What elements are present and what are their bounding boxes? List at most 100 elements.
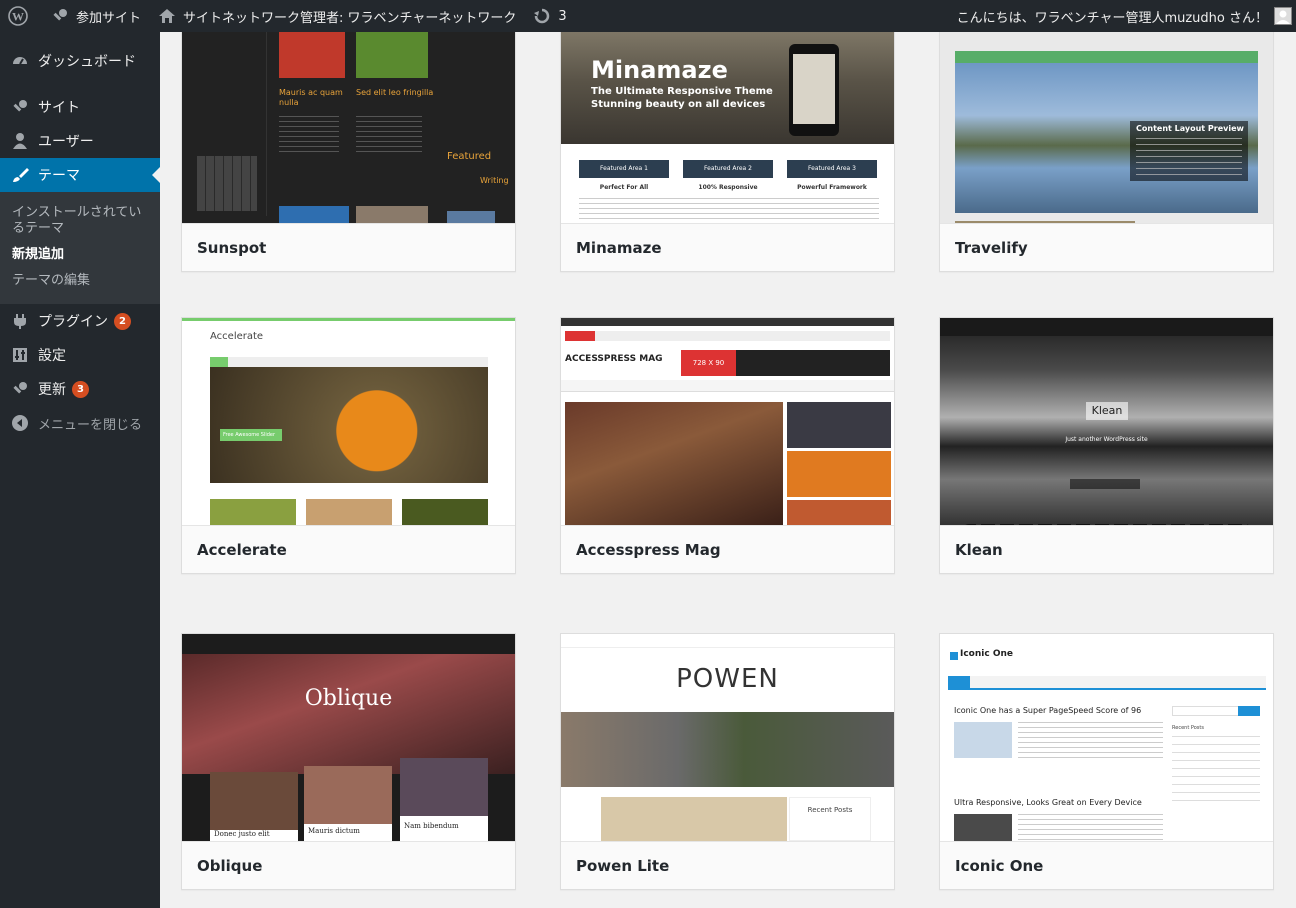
menu-dashboard[interactable]: ダッシュボード xyxy=(0,44,160,78)
plugins-icon xyxy=(10,311,30,331)
home-icon xyxy=(157,6,177,26)
theme-card-sunspot[interactable]: Mauris ac quam nulla Sed elit leo fringi… xyxy=(181,32,516,272)
theme-card-travelify[interactable]: Content Layout Preview Travelify xyxy=(939,32,1274,272)
theme-card-accesspress-mag[interactable]: ACCESSPRESS MAG 728 X 90 Accesspress Mag xyxy=(560,317,895,574)
users-icon xyxy=(10,131,30,151)
theme-card-oblique[interactable]: Oblique Donec justo elit Mauris dictum N… xyxy=(181,633,516,890)
theme-screenshot: ACCESSPRESS MAG 728 X 90 xyxy=(561,318,894,525)
sunspot-post-title-1: Mauris ac quam nulla xyxy=(279,88,343,107)
updates-count: 3 xyxy=(558,8,567,24)
klean-tagline: Just another WordPress site xyxy=(1065,436,1148,443)
accelerate-logo: Accelerate xyxy=(210,331,264,342)
menu-updates-label: 更新 xyxy=(38,382,66,398)
avatar xyxy=(1274,7,1292,25)
submenu-theme-editor[interactable]: テーマの編集 xyxy=(0,268,160,294)
minamaze-hero-subtitle-2: Stunning beauty on all devices xyxy=(591,99,766,110)
klean-site-title: Klean xyxy=(1086,402,1128,420)
wordpress-logo-icon: W xyxy=(8,6,28,26)
sunspot-tag-writing: Writing xyxy=(480,176,509,185)
settings-icon xyxy=(10,345,30,365)
theme-screenshot: Content Layout Preview xyxy=(940,32,1273,223)
theme-card-minamaze[interactable]: Minamaze The Ultimate Responsive Theme S… xyxy=(560,32,895,272)
powen-logo: POWEN xyxy=(676,664,779,694)
theme-name: Sunspot xyxy=(182,223,515,271)
oblique-post-1: Donec justo elit xyxy=(210,830,298,841)
my-sites-menu[interactable]: 参加サイト xyxy=(42,0,149,32)
minamaze-col-3: Powerful Framework xyxy=(797,184,867,191)
menu-updates[interactable]: 更新 3 xyxy=(0,372,160,406)
theme-card-klean[interactable]: Klean Just another WordPress site Klean xyxy=(939,317,1274,574)
sites-icon xyxy=(10,97,30,117)
submenu-installed-themes[interactable]: インストールされているテーマ xyxy=(0,200,160,242)
theme-screenshot: Iconic One Iconic One has a Super PageSp… xyxy=(940,634,1273,841)
minamaze-hero-title: Minamaze xyxy=(591,56,728,84)
updates-icon xyxy=(532,6,552,26)
theme-screenshot: Oblique Donec justo elit Mauris dictum N… xyxy=(182,634,515,841)
theme-card-iconic-one[interactable]: Iconic One Iconic One has a Super PageSp… xyxy=(939,633,1274,890)
menu-settings-label: 設定 xyxy=(38,348,66,364)
iconic-logo: Iconic One xyxy=(960,649,1013,659)
collapse-arrow-icon xyxy=(10,413,30,433)
theme-screenshot: Mauris ac quam nulla Sed elit leo fringi… xyxy=(182,32,515,223)
iconic-post-2-title: Ultra Responsive, Looks Great on Every D… xyxy=(954,798,1142,807)
powen-recent-posts: Recent Posts xyxy=(807,806,853,814)
theme-screenshot: Minamaze The Ultimate Responsive Theme S… xyxy=(561,32,894,223)
minamaze-featured-1: Featured Area 1 xyxy=(579,160,669,178)
collapse-menu-label: メニューを閉じる xyxy=(38,417,143,433)
plugins-update-badge: 2 xyxy=(114,312,131,330)
dashboard-icon xyxy=(10,51,30,71)
iconic-recent-posts: Recent Posts xyxy=(1172,725,1204,731)
collapse-menu-button[interactable]: メニューを閉じる xyxy=(0,406,160,440)
menu-themes-label: テーマ xyxy=(38,168,80,184)
themes-submenu: インストールされているテーマ 新規追加 テーマの編集 xyxy=(0,192,160,304)
oblique-site-title: Oblique xyxy=(304,686,393,711)
theme-name: Accesspress Mag xyxy=(561,525,894,573)
menu-settings[interactable]: 設定 xyxy=(0,338,160,372)
network-admin-label: サイトネットワーク管理者: ワラベンチャーネットワーク xyxy=(183,10,517,26)
minamaze-featured-3: Featured Area 3 xyxy=(787,160,877,178)
theme-card-powen-lite[interactable]: POWEN Recent Posts Powen Lite xyxy=(560,633,895,890)
appearance-brush-icon xyxy=(10,165,30,185)
svg-text:W: W xyxy=(12,10,24,24)
wp-logo-button[interactable]: W xyxy=(0,0,42,32)
sunspot-post-title-2: Sed elit leo fringilla xyxy=(356,88,434,97)
theme-screenshot: POWEN Recent Posts xyxy=(561,634,894,841)
theme-name: Iconic One xyxy=(940,841,1273,889)
theme-name: Travelify xyxy=(940,223,1273,271)
theme-name: Accelerate xyxy=(182,525,515,573)
theme-name: Klean xyxy=(940,525,1273,573)
network-admin-menu[interactable]: サイトネットワーク管理者: ワラベンチャーネットワーク xyxy=(149,0,524,32)
my-sites-icon xyxy=(50,6,70,26)
my-sites-label: 参加サイト xyxy=(76,10,142,26)
menu-users-label: ユーザー xyxy=(38,134,94,150)
accesspress-logo: ACCESSPRESS MAG xyxy=(565,354,663,364)
theme-screenshot: Accelerate Free Awesome Slider xyxy=(182,318,515,525)
menu-plugins[interactable]: プラグイン 2 xyxy=(0,304,160,338)
phone-image xyxy=(789,44,839,136)
theme-name: Minamaze xyxy=(561,223,894,271)
minamaze-featured-2: Featured Area 2 xyxy=(683,160,773,178)
menu-sites[interactable]: サイト xyxy=(0,90,160,124)
sunspot-tag-featured: Featured xyxy=(447,151,492,162)
admin-bar: W 参加サイト サイトネットワーク管理者: ワラベンチャーネットワーク 3 こん… xyxy=(0,0,1296,32)
menu-dashboard-label: ダッシュボード xyxy=(38,54,136,70)
menu-plugins-label: プラグイン xyxy=(38,314,108,330)
theme-name: Powen Lite xyxy=(561,841,894,889)
oblique-post-2: Mauris dictum xyxy=(304,824,392,841)
menu-themes[interactable]: テーマ xyxy=(0,158,160,192)
updates-wrench-icon xyxy=(10,379,30,399)
updates-button[interactable]: 3 xyxy=(524,0,574,32)
minamaze-hero-subtitle-1: The Ultimate Responsive Theme xyxy=(591,86,773,97)
theme-card-accelerate[interactable]: Accelerate Free Awesome Slider Accelerat… xyxy=(181,317,516,574)
admin-sidebar: ダッシュボード サイト ユーザー テーマ インストールされているテーマ 新規追加… xyxy=(0,32,160,908)
oblique-post-3: Nam bibendum xyxy=(400,816,488,841)
minamaze-col-1: Perfect For All xyxy=(599,184,649,191)
account-menu[interactable]: こんにちは、ワラベンチャー管理人muzudho さん！ xyxy=(949,0,1296,32)
submenu-add-new[interactable]: 新規追加 xyxy=(0,242,160,268)
menu-users[interactable]: ユーザー xyxy=(0,124,160,158)
updates-badge: 3 xyxy=(72,380,89,398)
greeting-text: こんにちは、ワラベンチャー管理人muzudho さん！ xyxy=(956,10,1268,26)
minamaze-col-2: 100% Responsive xyxy=(698,184,758,191)
menu-sites-label: サイト xyxy=(38,100,80,116)
accelerate-slider-label: Free Awesome Slider xyxy=(220,429,282,441)
